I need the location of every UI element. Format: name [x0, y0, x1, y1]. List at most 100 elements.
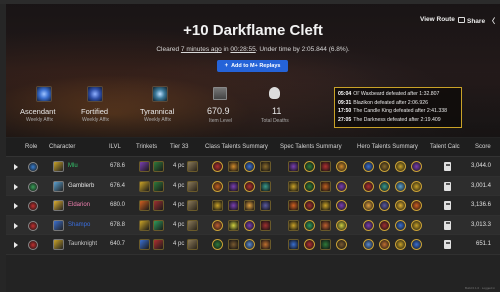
calculator-icon[interactable] [444, 162, 451, 171]
class-talent-icon[interactable] [260, 180, 271, 192]
hero-talent-icon[interactable] [411, 239, 422, 250]
spec-talent-icon[interactable] [304, 161, 315, 172]
hero-talent-icon[interactable] [395, 239, 406, 250]
hero-talent-icon[interactable] [363, 219, 374, 231]
character-name[interactable]: Eldarion [68, 202, 90, 208]
hero-talent-icon[interactable] [411, 200, 422, 211]
calculator-icon[interactable] [444, 201, 451, 210]
tier-icon[interactable] [187, 180, 198, 192]
duration-link[interactable]: 00:28:55 [230, 46, 255, 53]
spec-talent-icon[interactable] [320, 239, 331, 250]
spec-talent-icon[interactable] [288, 161, 299, 172]
character-name[interactable]: Taunknight [68, 241, 97, 247]
class-talent-icon[interactable] [260, 161, 271, 172]
hero-talent-icon[interactable] [379, 219, 390, 231]
expand-row-icon[interactable] [14, 242, 18, 248]
spec-talent-icon[interactable] [288, 180, 299, 192]
trinket-icon[interactable] [139, 239, 150, 250]
hero-talent-icon[interactable] [411, 180, 422, 192]
class-talent-icon[interactable] [212, 200, 223, 211]
hero-talent-icon[interactable] [395, 219, 406, 231]
trinket-icon[interactable] [139, 219, 150, 231]
hero-talent-icon[interactable] [411, 161, 422, 172]
trinket-icon[interactable] [153, 200, 164, 211]
spec-talent-icon[interactable] [304, 180, 315, 192]
trinket-icon[interactable] [139, 200, 150, 211]
trinket-icon[interactable] [153, 180, 164, 192]
tier-icon[interactable] [187, 161, 198, 172]
class-talent-icon[interactable] [212, 161, 223, 172]
class-talent-icon[interactable] [260, 219, 271, 231]
expand-row-icon[interactable] [14, 183, 18, 190]
hero-talent-icon[interactable] [411, 219, 422, 231]
item-level: 676.4 [110, 182, 126, 189]
spec-talent-icon[interactable] [320, 200, 331, 211]
class-talent-icon[interactable] [228, 239, 239, 250]
table-row[interactable]: Gamblerb 676.4 4 pc 3,001.4 [6, 176, 500, 196]
class-talent-icon[interactable] [212, 239, 223, 250]
spec-talent-icon[interactable] [336, 180, 347, 192]
spec-talent-icon[interactable] [304, 200, 315, 211]
spec-talent-icon[interactable] [304, 239, 315, 250]
class-talent-icon[interactable] [244, 180, 255, 192]
hero-talent-icon[interactable] [379, 200, 390, 211]
character-name[interactable]: Gamblerb [68, 183, 94, 189]
spec-talent-icon[interactable] [336, 239, 347, 250]
class-talent-icon[interactable] [212, 219, 223, 231]
trinket-icon[interactable] [153, 239, 164, 250]
class-talent-icon[interactable] [260, 239, 271, 250]
hero-talent-icon[interactable] [379, 239, 390, 250]
spec-talent-icon[interactable] [288, 219, 299, 231]
expand-row-icon[interactable] [14, 203, 18, 209]
hero-talent-icon[interactable] [395, 180, 406, 192]
hero-talent-icon[interactable] [363, 180, 374, 192]
hero-talent-icon[interactable] [379, 180, 390, 192]
tier-icon[interactable] [187, 219, 198, 231]
spec-talent-icon[interactable] [320, 219, 331, 231]
spec-talent-icon[interactable] [336, 161, 347, 172]
class-talent-icon[interactable] [244, 239, 255, 250]
spec-talent-icon[interactable] [320, 161, 331, 172]
class-talent-icon[interactable] [212, 180, 223, 192]
calculator-icon[interactable] [444, 240, 451, 249]
spec-talent-icon[interactable] [320, 180, 331, 192]
tier-icon[interactable] [187, 200, 198, 211]
trinket-icon[interactable] [153, 219, 164, 231]
class-talent-icon[interactable] [228, 219, 239, 231]
class-talent-icon[interactable] [228, 161, 239, 172]
spec-talent-icon[interactable] [288, 200, 299, 211]
spec-talent-icon[interactable] [304, 219, 315, 231]
avatar [53, 219, 64, 231]
spec-talent-icon[interactable] [288, 239, 299, 250]
class-talent-icon[interactable] [244, 161, 255, 172]
hero-talent-icon[interactable] [363, 239, 374, 250]
hero-talent-icon[interactable] [395, 200, 406, 211]
spec-talent-icon[interactable] [336, 219, 347, 231]
class-talent-icon[interactable] [260, 200, 271, 211]
cleared-time-link[interactable]: 7 minutes ago [181, 46, 222, 53]
trinket-icon[interactable] [139, 161, 150, 172]
calculator-icon[interactable] [444, 220, 451, 230]
class-talent-icon[interactable] [244, 200, 255, 211]
table-row[interactable]: Mlu 678.6 4 pc 3,044.0 [6, 157, 500, 177]
tier-icon[interactable] [187, 239, 198, 250]
class-talent-icon[interactable] [228, 200, 239, 211]
character-name[interactable]: Mlu [68, 163, 78, 169]
table-row[interactable]: Eldarion 680.0 4 pc 3,136.6 [6, 196, 500, 216]
expand-row-icon[interactable] [14, 222, 18, 229]
calculator-icon[interactable] [444, 181, 451, 191]
spec-talent-icon[interactable] [336, 200, 347, 211]
table-row[interactable]: Shampo 678.8 4 pc 3,013.3 [6, 215, 500, 235]
hero-talent-icon[interactable] [363, 200, 374, 211]
hero-talent-icon[interactable] [363, 161, 374, 172]
character-name[interactable]: Shampo [68, 222, 90, 228]
trinket-icon[interactable] [139, 180, 150, 192]
table-row[interactable]: Taunknight 640.7 4 pc 651.1 [6, 235, 500, 255]
hero-talent-icon[interactable] [395, 161, 406, 172]
class-talent-icon[interactable] [244, 219, 255, 231]
trinket-icon[interactable] [153, 161, 164, 172]
add-to-replays-button[interactable]: + Add to M+ Replays [217, 60, 288, 72]
hero-talent-icon[interactable] [379, 161, 390, 172]
class-talent-icon[interactable] [228, 180, 239, 192]
expand-row-icon[interactable] [14, 164, 18, 170]
